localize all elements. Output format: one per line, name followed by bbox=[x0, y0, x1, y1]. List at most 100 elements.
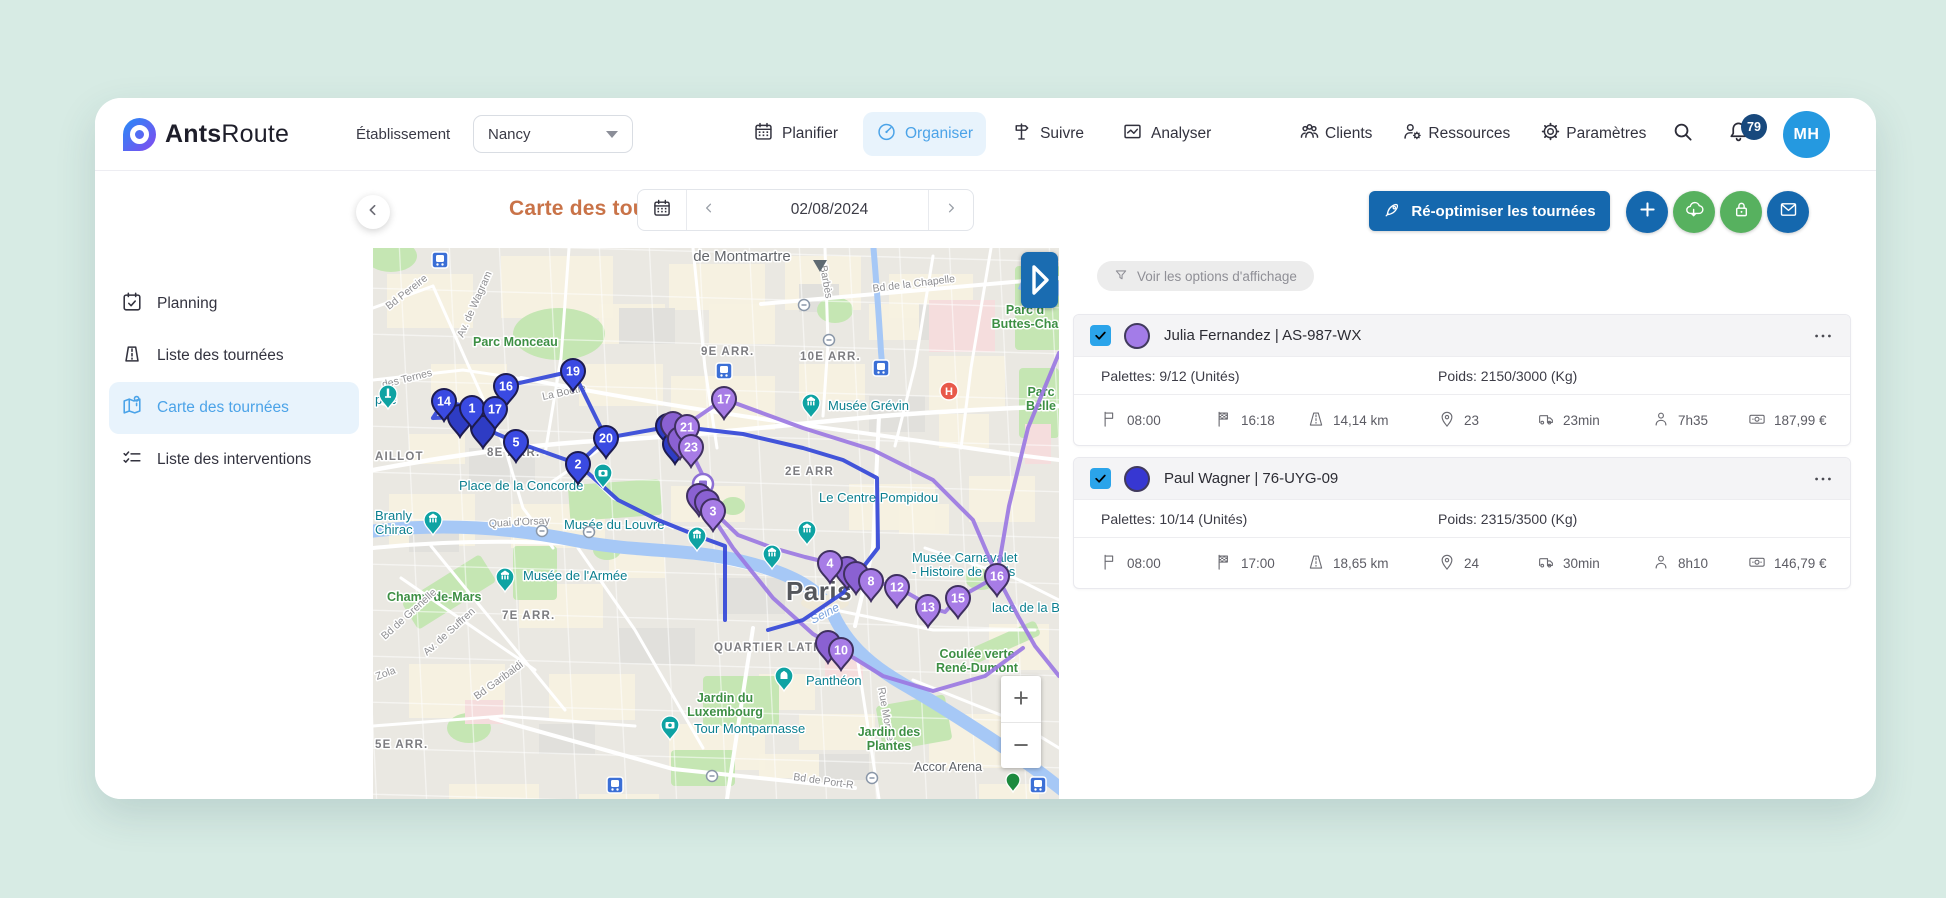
road-icon bbox=[1307, 410, 1325, 431]
sidebar-item-planning[interactable]: Planning bbox=[109, 278, 359, 330]
svg-text:2: 2 bbox=[575, 458, 582, 472]
zoom-in-button[interactable]: + bbox=[1001, 676, 1041, 723]
chevron-left-icon bbox=[702, 201, 716, 220]
svg-text:17: 17 bbox=[488, 403, 502, 417]
stat-value: 16:18 bbox=[1241, 413, 1275, 428]
chevron-right-icon bbox=[944, 201, 958, 220]
nav-item-planifier[interactable]: Planifier bbox=[740, 112, 851, 156]
route-checkbox[interactable] bbox=[1090, 325, 1111, 346]
map-label: 5E ARR. bbox=[375, 739, 428, 751]
stat-value: 08:00 bbox=[1127, 556, 1161, 571]
map-label: QUARTIER LATIN bbox=[714, 642, 827, 654]
calendar-check-icon bbox=[121, 291, 143, 318]
zoom-out-button[interactable]: − bbox=[1001, 723, 1041, 769]
map-poi-metro bbox=[867, 773, 878, 784]
route-menu-button[interactable] bbox=[1812, 468, 1834, 490]
expand-panel-button[interactable] bbox=[1021, 252, 1058, 308]
route-stat-money: 187,99 € bbox=[1748, 410, 1827, 431]
top-navbar: AntsRoute Établissement Nancy Planifier O… bbox=[95, 98, 1876, 171]
antsroute-logo[interactable]: AntsRoute bbox=[123, 98, 289, 170]
route-card-header: Paul Wagner | 76-UYG-09 bbox=[1074, 458, 1850, 499]
route-card: Julia Fernandez | AS-987-WX Palettes: 9/1… bbox=[1073, 314, 1851, 446]
notifications-button[interactable]: 79 bbox=[1727, 98, 1750, 170]
nav-item-clients[interactable]: Clients bbox=[1297, 115, 1374, 153]
send-mail-button[interactable] bbox=[1767, 191, 1809, 233]
map-poi-train bbox=[873, 360, 889, 376]
add-button[interactable] bbox=[1626, 191, 1668, 233]
sidebar-item-liste-interventions[interactable]: Liste des interventions bbox=[109, 434, 359, 486]
map-label: Place de la Concorde bbox=[459, 478, 583, 493]
sidebar-item-liste-tournees[interactable]: Liste des tournées bbox=[109, 330, 359, 382]
map-label: de Montmartre bbox=[693, 248, 791, 265]
plus-icon bbox=[1637, 199, 1658, 225]
routes-panel: Voir les options d'affichage Julia Ferna… bbox=[1059, 248, 1876, 799]
stat-value: 7h35 bbox=[1678, 413, 1708, 428]
route-stat-person: 7h35 bbox=[1652, 410, 1748, 431]
nav-item-label: Clients bbox=[1325, 125, 1372, 143]
svg-text:10: 10 bbox=[834, 644, 848, 658]
chevron-left-icon bbox=[365, 202, 381, 223]
nav-item-organiser[interactable]: Organiser bbox=[863, 112, 986, 156]
signpost-icon bbox=[1011, 121, 1032, 147]
cloud-sync-button[interactable] bbox=[1673, 191, 1715, 233]
route-card-header: Julia Fernandez | AS-987-WX bbox=[1074, 315, 1850, 356]
route-checkbox[interactable] bbox=[1090, 468, 1111, 489]
map-poi-train bbox=[432, 252, 448, 268]
stat-value: 187,99 € bbox=[1774, 413, 1827, 428]
road-sign-icon bbox=[121, 343, 143, 370]
search-button[interactable] bbox=[1671, 98, 1694, 170]
nav-item-analyser[interactable]: Analyser bbox=[1109, 112, 1224, 156]
nav-item-parametres[interactable]: Paramètres bbox=[1538, 115, 1648, 153]
stat-value: 23 bbox=[1464, 413, 1479, 428]
map-poi-train bbox=[607, 777, 623, 793]
stat-value: 18,65 km bbox=[1333, 556, 1389, 571]
route-menu-button[interactable] bbox=[1812, 325, 1834, 347]
previous-day-button[interactable] bbox=[687, 190, 731, 230]
display-options-chip[interactable]: Voir les options d'affichage bbox=[1097, 261, 1314, 291]
sidebar-item-label: Carte des tournées bbox=[157, 399, 289, 417]
people-icon bbox=[1299, 121, 1320, 147]
route-stat-road: 14,14 km bbox=[1307, 410, 1438, 431]
lock-icon bbox=[1731, 199, 1752, 225]
route-stat-pin: 23 bbox=[1438, 410, 1537, 431]
route-stat-road: 18,65 km bbox=[1307, 553, 1438, 574]
map-poi-metro bbox=[824, 335, 835, 346]
mail-icon bbox=[1778, 199, 1799, 225]
map-label: lace de la B bbox=[992, 600, 1059, 615]
paris-map[interactable]: de MontmartreBd de la ChapelleBarbèsAv.B… bbox=[373, 248, 1059, 799]
svg-text:16: 16 bbox=[499, 380, 513, 394]
map-poi-train bbox=[716, 363, 732, 379]
next-day-button[interactable] bbox=[928, 190, 973, 230]
notification-badge: 79 bbox=[1741, 114, 1767, 140]
sidebar: Planning Liste des tournées Carte des tour… bbox=[95, 248, 373, 799]
sidebar-item-label: Planning bbox=[157, 295, 217, 313]
stat-value: 24 bbox=[1464, 556, 1479, 571]
map-label: Accor Arena bbox=[914, 760, 982, 774]
route-color-avatar bbox=[1124, 323, 1150, 349]
route-stats-row: 08:0017:0018,65 km2430min8h10146,79 € bbox=[1074, 537, 1850, 588]
stat-value: 14,14 km bbox=[1333, 413, 1389, 428]
route-capacity-row: Palettes: 9/12 (Unités)Poids: 2150/3000 … bbox=[1074, 356, 1850, 394]
map-poi-metro bbox=[707, 771, 718, 782]
map-icon bbox=[121, 395, 143, 422]
establishment-label: Établissement bbox=[356, 98, 450, 170]
nav-item-ressources[interactable]: Ressources bbox=[1400, 115, 1512, 153]
reoptimize-routes-button[interactable]: Ré-optimiser les tournées bbox=[1369, 191, 1610, 231]
map-canvas: de MontmartreBd de la ChapelleBarbèsAv.B… bbox=[373, 248, 1059, 799]
checklist-icon bbox=[121, 447, 143, 474]
antsroute-logo-text: AntsRoute bbox=[165, 120, 289, 149]
nav-item-suivre[interactable]: Suivre bbox=[998, 112, 1097, 156]
calendar-picker-button[interactable] bbox=[638, 190, 687, 230]
route-weight: Poids: 2150/3000 (Kg) bbox=[1438, 368, 1577, 384]
sidebar-item-carte-tournees[interactable]: Carte des tournées bbox=[109, 382, 359, 434]
establishment-select[interactable]: Nancy bbox=[473, 115, 633, 153]
user-avatar[interactable]: MH bbox=[1783, 111, 1830, 158]
nav-item-label: Paramètres bbox=[1566, 125, 1646, 143]
flag-finish-icon bbox=[1215, 553, 1233, 574]
route-driver-name: Julia Fernandez | AS-987-WX bbox=[1164, 327, 1361, 344]
route-stat-flag-finish: 17:00 bbox=[1215, 553, 1307, 574]
lock-button[interactable] bbox=[1720, 191, 1762, 233]
establishment-value: Nancy bbox=[488, 126, 531, 143]
collapse-sidebar-button[interactable] bbox=[356, 195, 390, 229]
route-stat-pin: 24 bbox=[1438, 553, 1537, 574]
